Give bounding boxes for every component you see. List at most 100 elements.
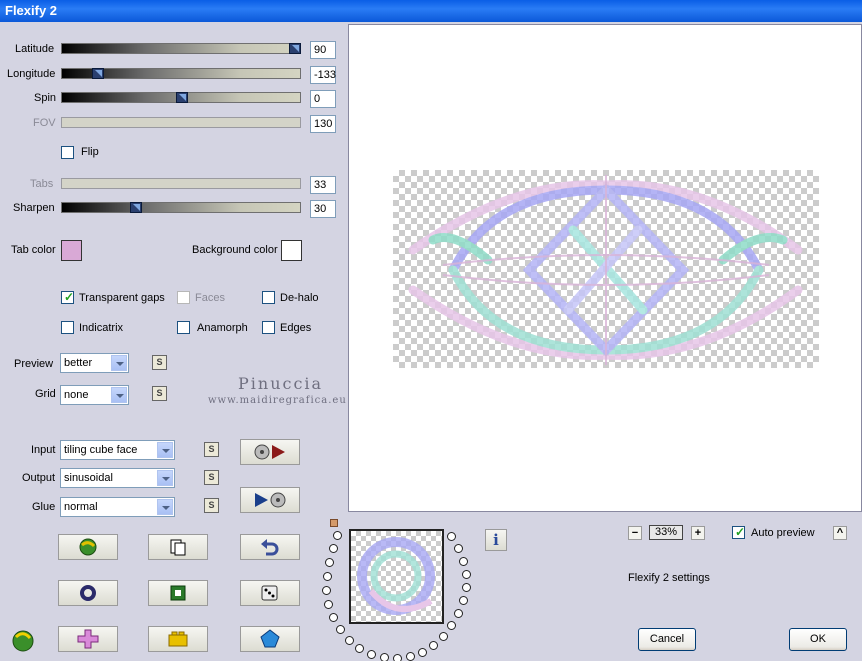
nav-dot[interactable] [322,586,331,595]
nav-dot[interactable] [447,621,456,630]
chevron-down-icon[interactable] [111,355,127,371]
nav-dot[interactable] [333,531,342,540]
fov-label: FOV [33,117,56,129]
ring-icon [80,585,96,601]
nav-dot[interactable] [355,644,364,653]
nav-dot[interactable] [447,532,456,541]
spin-slider[interactable] [61,92,301,103]
nav-dot[interactable] [418,648,427,657]
auto-preview-checkbox[interactable]: ✓ [732,525,745,539]
nav-dot[interactable] [439,632,448,641]
glue-save-button[interactable]: S [204,498,219,513]
cross-icon [77,629,99,649]
nav-dot[interactable] [459,596,468,605]
de-halo-label: De-halo [280,292,319,304]
sharpen-slider[interactable] [61,202,301,213]
zoom-in-button[interactable]: + [691,526,705,540]
nav-dot[interactable] [454,544,463,553]
play-output-button[interactable] [240,487,300,513]
latitude-value[interactable]: 90 [310,41,336,59]
dice-button[interactable] [240,580,300,606]
latitude-slider-thumb[interactable] [289,43,301,54]
transparent-gaps-checkbox[interactable]: ✓ [61,290,74,304]
longitude-value[interactable]: -133 [310,66,336,84]
pentagon-button[interactable] [240,626,300,652]
randomize-button[interactable] [58,534,118,560]
chevron-down-icon[interactable] [157,442,173,458]
nav-dot[interactable] [336,625,345,634]
longitude-label: Longitude [7,68,56,80]
nav-dot[interactable] [329,613,338,622]
copy-button[interactable] [148,534,208,560]
longitude-slider[interactable] [61,68,301,79]
longitude-slider-thumb[interactable] [92,68,104,79]
indicatrix-checkbox[interactable] [61,321,74,334]
flip-checkbox[interactable] [61,146,74,159]
de-halo-checkbox[interactable] [262,291,275,304]
thumbnail-preview[interactable] [349,529,444,624]
ok-button[interactable]: OK [789,628,847,651]
nav-dot[interactable] [323,572,332,581]
output-label: Output [22,472,56,484]
nav-dot[interactable] [324,600,333,609]
preview-quality-select[interactable]: better [60,353,129,373]
auto-preview-label: Auto preview [751,527,815,539]
grid-select[interactable]: none [60,385,129,405]
settings-name: Flexify 2 settings [628,572,710,584]
tab-color-swatch[interactable] [61,240,82,261]
nav-dot[interactable] [454,609,463,618]
output-save-button[interactable]: S [204,470,219,485]
cancel-button[interactable]: Cancel [638,628,696,651]
watermark-title: Pinuccia [238,374,324,393]
chevron-down-icon[interactable] [157,470,173,486]
pentagon-icon [260,629,280,648]
collapse-button[interactable]: ^ [833,526,847,540]
brick-button[interactable] [148,626,208,652]
ring-button[interactable] [58,580,118,606]
nav-dot[interactable] [462,570,471,579]
zoom-out-button[interactable]: − [628,526,642,540]
indicatrix-label: Indicatrix [79,322,124,334]
latitude-slider[interactable] [61,43,301,54]
nav-dot[interactable] [367,650,376,659]
undo-button[interactable] [240,534,300,560]
window-title: Flexify 2 [5,3,58,18]
tabs-label: Tabs [30,178,54,190]
nav-dot[interactable] [345,636,354,645]
play-disc-icon [255,492,286,508]
grid-save-button[interactable]: S [152,386,167,401]
spin-slider-thumb[interactable] [176,92,188,103]
preview-canvas[interactable] [348,24,862,512]
sharpen-value[interactable]: 30 [310,200,336,218]
square-button[interactable] [148,580,208,606]
nav-dot[interactable] [459,557,468,566]
play-input-button[interactable] [240,439,300,465]
chevron-down-icon[interactable] [111,387,127,403]
cross-button[interactable] [58,626,118,652]
nav-dot[interactable] [325,558,334,567]
nav-dot[interactable] [393,654,402,661]
output-select[interactable]: sinusoidal [60,468,175,488]
sharpen-slider-thumb[interactable] [130,202,142,213]
title-bar: Flexify 2 [0,0,862,22]
preview-save-button[interactable]: S [152,355,167,370]
background-color-swatch[interactable] [281,240,302,261]
nav-dot[interactable] [462,583,471,592]
anamorph-checkbox[interactable] [177,321,190,334]
input-select[interactable]: tiling cube face [60,440,175,460]
tabs-slider [61,178,301,189]
glue-select[interactable]: normal [60,497,175,517]
info-button[interactable]: i [485,529,507,551]
nav-dot[interactable] [329,544,338,553]
grid-value: none [64,389,89,401]
navigator-handle[interactable] [330,519,338,527]
spin-value[interactable]: 0 [310,90,336,108]
faces-label: Faces [195,292,225,304]
nav-dot[interactable] [429,641,438,650]
chevron-down-icon[interactable] [157,499,173,515]
input-value: tiling cube face [64,444,138,456]
nav-dot[interactable] [406,652,415,661]
edges-checkbox[interactable] [262,321,275,334]
input-save-button[interactable]: S [204,442,219,457]
nav-dot[interactable] [380,653,389,661]
